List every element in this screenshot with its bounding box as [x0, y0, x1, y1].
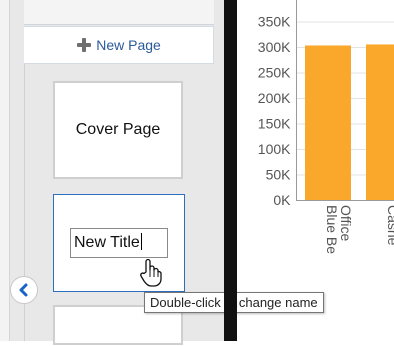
page-thumbnail-selected[interactable]: New Title	[53, 194, 185, 292]
y-tick-label: 100K	[258, 141, 291, 157]
page-thumbnail-label: Cover Page	[75, 121, 161, 138]
svg-text:Blue Be: Blue Be	[324, 205, 340, 254]
panel-splitter[interactable]	[224, 0, 237, 341]
bar-chart: 0K 50K 100K 150K 200K 250K 300K 350K Blue Be Off…	[237, 0, 394, 341]
y-tick-label: 350K	[258, 14, 291, 30]
page-thumbnail-cover[interactable]: Cover Page	[53, 81, 183, 179]
chevron-left-icon	[19, 283, 28, 297]
text-caret	[140, 233, 142, 250]
bar[interactable]	[366, 44, 394, 201]
bar[interactable]	[305, 45, 351, 200]
y-tick-label: 200K	[258, 90, 291, 106]
y-tick-label: 50K	[266, 167, 292, 183]
pages-panel: New Page Cover Page New Title	[0, 0, 224, 345]
svg-text:Office: Office	[338, 205, 354, 242]
x-category-label: CasheOffice	[385, 205, 394, 246]
hand-cursor-icon	[140, 258, 162, 287]
y-tick-label: 150K	[258, 116, 291, 132]
new-page-label: New Page	[96, 37, 161, 53]
page-title-input[interactable]: New Title	[70, 228, 168, 258]
svg-text:Cashe: Cashe	[385, 205, 394, 246]
collapse-panel-button[interactable]	[10, 276, 38, 304]
new-page-button[interactable]: New Page	[24, 26, 214, 64]
panel-header	[24, 0, 214, 25]
panel-edge-strip	[0, 0, 10, 341]
x-category-label: Blue BeOffice	[324, 205, 354, 254]
y-tick-label: 250K	[258, 65, 291, 81]
chart-canvas: 0K 50K 100K 150K 200K 250K 300K 350K Blue BeOff…	[258, 0, 394, 254]
plus-icon	[76, 37, 92, 53]
y-tick-label: 0K	[273, 192, 291, 208]
y-tick-label: 300K	[258, 39, 291, 55]
page-title-text: New Title	[74, 234, 140, 251]
